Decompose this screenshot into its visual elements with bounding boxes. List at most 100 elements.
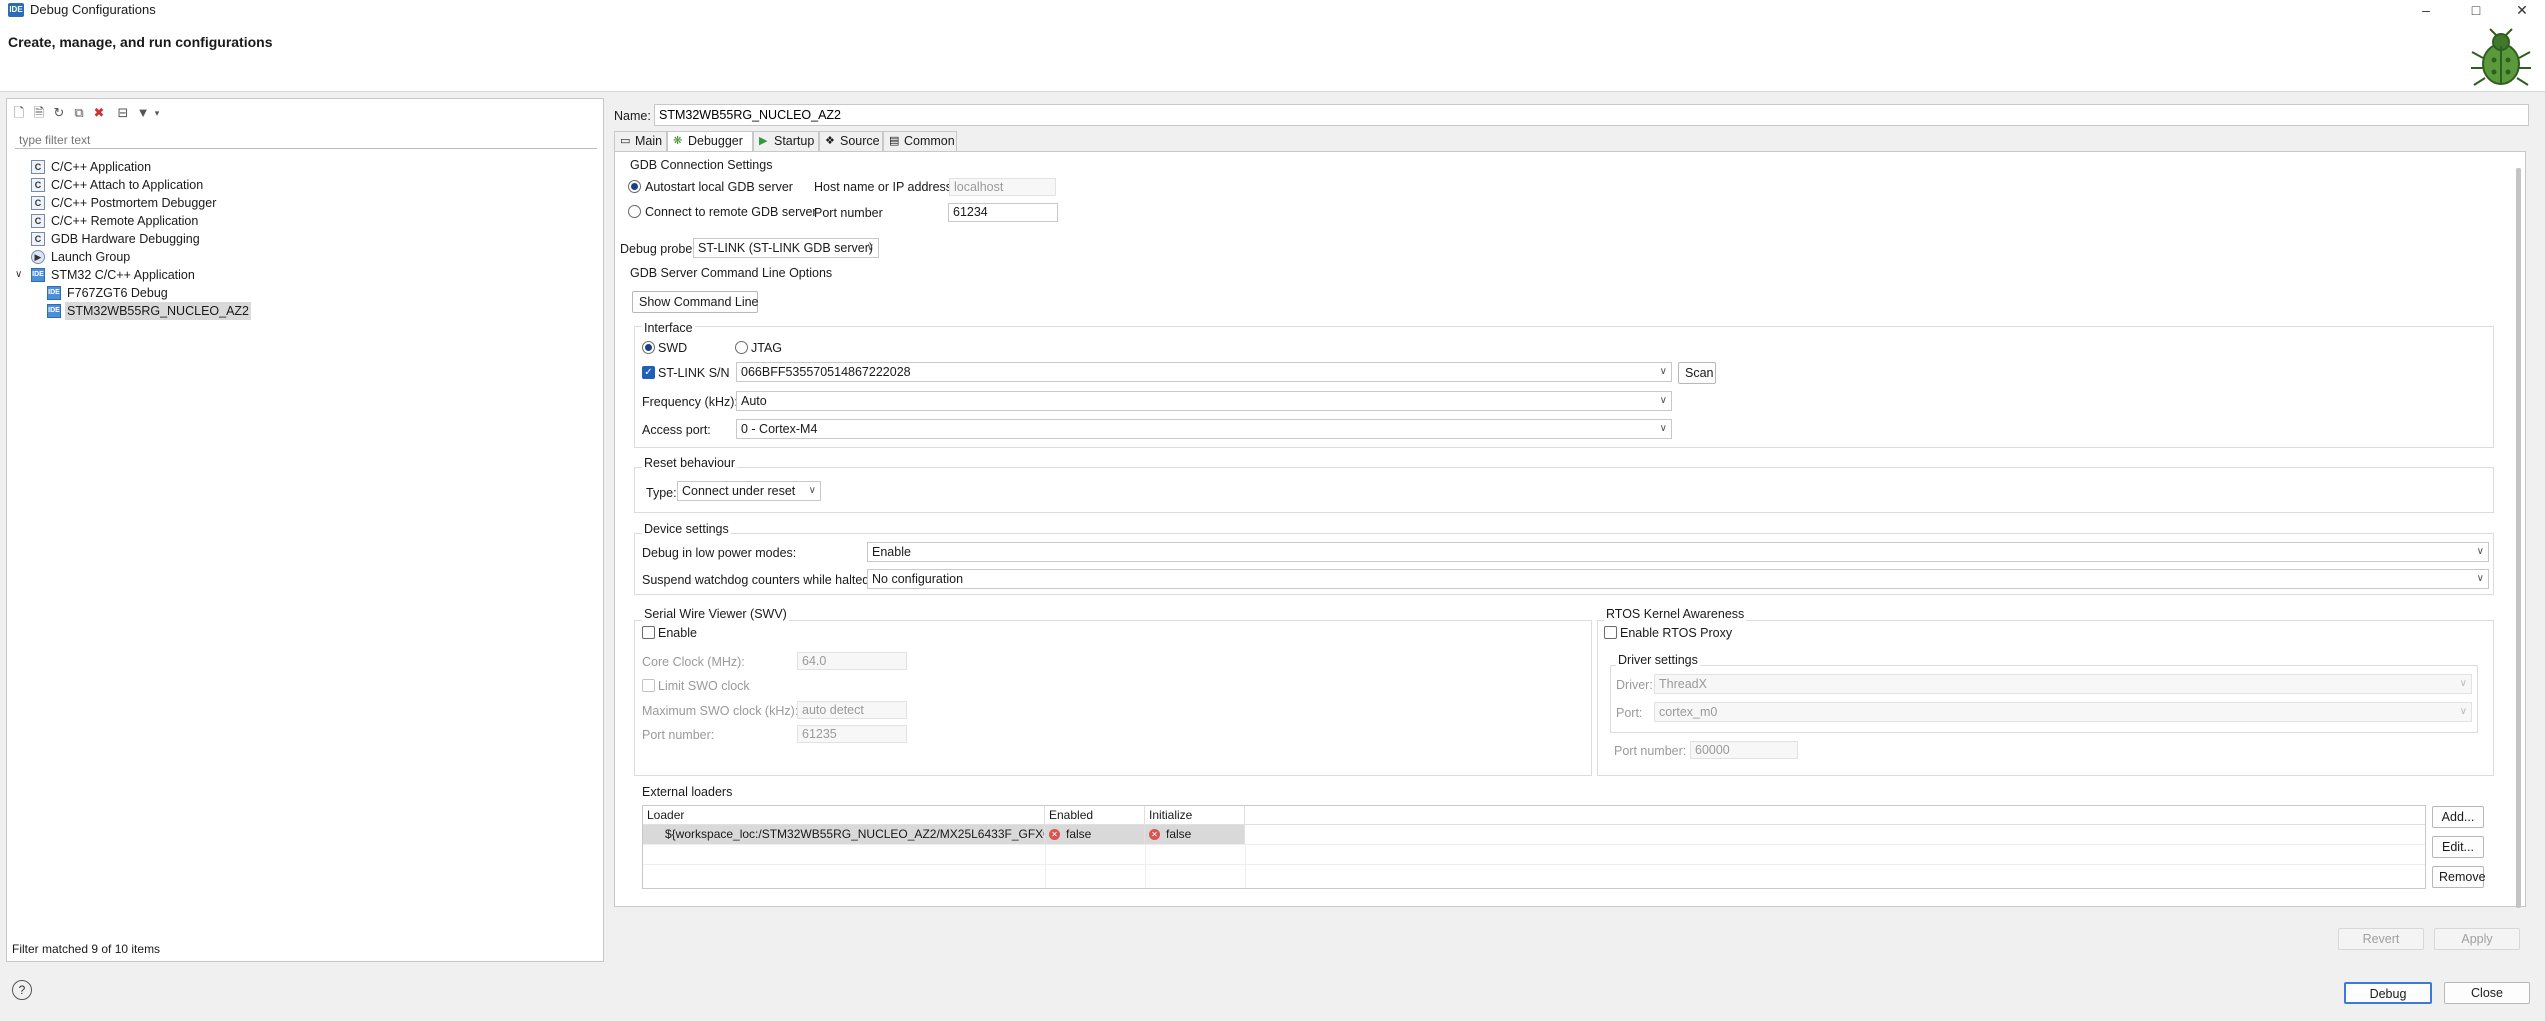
reset-group [634, 467, 2494, 513]
tree-item[interactable]: C C/C++ Remote Application [7, 212, 597, 230]
delete-icon[interactable]: ✖ [91, 105, 107, 121]
minimize-icon[interactable]: – [2404, 0, 2448, 20]
reset-type-label: Type: [646, 486, 677, 500]
tree-item[interactable]: IDE F767ZGT6 Debug [7, 284, 597, 302]
column-header-enabled[interactable]: Enabled [1045, 806, 1145, 824]
remove-loader-button[interactable]: Remove [2432, 866, 2486, 888]
tree-item-label: GDB Hardware Debugging [51, 232, 200, 246]
help-icon[interactable]: ? [12, 980, 32, 1000]
frequency-select[interactable]: Auto ∨ [736, 391, 1672, 411]
debug-probe-select[interactable]: ST-LINK (ST-LINK GDB server) ∨ [693, 238, 879, 258]
stlink-sn-label: ST-LINK S/N [658, 366, 730, 380]
watchdog-value: No configuration [872, 572, 964, 586]
revert-button[interactable]: Revert [2338, 928, 2424, 950]
tab-common[interactable]: ▤ Common [883, 131, 957, 151]
reset-type-value: Connect under reset [682, 484, 796, 498]
close-button[interactable]: Close [2444, 982, 2530, 1004]
column-header-loader[interactable]: Loader [643, 806, 1045, 824]
scan-button[interactable]: Scan [1678, 362, 1716, 384]
debug-probe-label: Debug probe [620, 242, 693, 256]
external-loaders-title: External loaders [642, 785, 733, 799]
tree-item[interactable]: ∨ IDE STM32 C/C++ Application [7, 266, 597, 284]
row-divider [643, 844, 2425, 845]
column-header-initialize[interactable]: Initialize [1145, 806, 1245, 824]
swv-enable-checkbox[interactable] [642, 626, 655, 639]
remote-radio[interactable] [628, 205, 641, 218]
chevron-down-icon: ∨ [2459, 678, 2467, 689]
rtos-port-number-field[interactable]: 60000 [1690, 741, 1798, 759]
driver-select[interactable]: ThreadX ∨ [1654, 674, 2472, 694]
filter-input[interactable] [15, 131, 597, 149]
autostart-radio[interactable] [628, 180, 641, 193]
filter-menu-chevron-icon[interactable]: ▾ [149, 105, 165, 121]
swv-port-label: Port number: [642, 728, 715, 742]
tree-item[interactable]: C GDB Hardware Debugging [7, 230, 597, 248]
export-icon[interactable]: ↻ [51, 105, 67, 121]
close-window-icon[interactable]: ✕ [2500, 0, 2544, 20]
stlink-sn-select[interactable]: 066BFF535570514867222028 ∨ [736, 362, 1672, 382]
configuration-tree-pane: 🗋 🗎 ↻ ⧉ ✖ ⊟ ▼ ▾ C C/C++ Application C C/… [6, 98, 604, 962]
reset-type-select[interactable]: Connect under reset ∨ [677, 481, 821, 501]
chevron-down-icon: ∨ [1659, 395, 1667, 406]
watchdog-select[interactable]: No configuration ∨ [867, 569, 2489, 589]
swd-radio[interactable] [642, 341, 655, 354]
chevron-down-icon[interactable]: ∨ [15, 266, 22, 284]
tree-item-label: C/C++ Postmortem Debugger [51, 196, 217, 210]
limit-swo-checkbox[interactable] [642, 679, 655, 692]
error-icon: ✕ [1049, 829, 1060, 841]
tree-item[interactable]: C C/C++ Postmortem Debugger [7, 194, 597, 212]
debugger-tab-content [614, 151, 2526, 907]
access-port-select[interactable]: 0 - Cortex-M4 ∨ [736, 419, 1672, 439]
new-configuration-icon[interactable]: 🗋 [11, 105, 27, 121]
tab-startup[interactable]: ▶ Startup [753, 131, 819, 151]
tree-item[interactable]: ▶ Launch Group [7, 248, 597, 266]
stlink-sn-checkbox[interactable]: ✓ [642, 366, 655, 379]
main-tab-icon: ▭ [620, 135, 631, 147]
initialize-cell[interactable]: ✕ false [1145, 825, 1245, 843]
host-field[interactable]: localhost [949, 178, 1056, 196]
edit-loader-button[interactable]: Edit... [2432, 836, 2484, 858]
jtag-radio[interactable] [735, 341, 748, 354]
add-loader-button[interactable]: Add... [2432, 806, 2484, 828]
c-application-icon: C [31, 160, 45, 174]
tab-debugger[interactable]: ❋ Debugger [667, 131, 753, 152]
port-field[interactable]: 61234 [948, 203, 1058, 222]
tree-item-label: C/C++ Attach to Application [51, 178, 204, 192]
enabled-cell[interactable]: ✕ false [1045, 825, 1145, 843]
column-divider [1245, 844, 1246, 888]
rtos-enable-checkbox[interactable] [1604, 626, 1617, 639]
reset-title: Reset behaviour [642, 456, 738, 470]
row-divider [643, 864, 2425, 865]
external-loaders-table[interactable]: Loader Enabled Initialize ${workspace_lo… [642, 805, 2426, 889]
chevron-down-icon: ∨ [2476, 546, 2484, 557]
debug-bug-icon [2471, 28, 2531, 86]
tab-main[interactable]: ▭ Main [614, 131, 667, 151]
driver-label: Driver: [1616, 678, 1653, 692]
low-power-select[interactable]: Enable ∨ [867, 542, 2489, 562]
tree-item-label: Launch Group [51, 250, 131, 264]
tree-item[interactable]: C C/C++ Application [7, 158, 597, 176]
rtos-port-select[interactable]: cortex_m0 ∨ [1654, 702, 2472, 722]
collapse-all-icon[interactable]: ⊟ [115, 105, 131, 121]
maximize-icon[interactable]: □ [2454, 0, 2498, 20]
debug-button[interactable]: Debug [2344, 982, 2432, 1004]
vertical-scrollbar[interactable] [2516, 168, 2521, 908]
name-label: Name: [614, 109, 651, 123]
core-clock-field[interactable]: 64.0 [797, 652, 907, 670]
tree-item[interactable]: C C/C++ Attach to Application [7, 176, 597, 194]
show-command-line-button[interactable]: Show Command Line [632, 291, 759, 313]
tab-source[interactable]: ❖ Source [819, 131, 883, 151]
tree-item-selected[interactable]: IDE STM32WB55RG_NUCLEO_AZ2 [7, 302, 597, 320]
play-icon: ▶ [759, 135, 768, 147]
configuration-name-input[interactable] [654, 104, 2529, 126]
new-prototype-icon[interactable]: 🗎 [31, 105, 47, 121]
stm32-ide-icon: IDE [47, 304, 61, 318]
max-swo-field[interactable]: auto detect [797, 701, 907, 719]
interface-title: Interface [642, 321, 695, 335]
remote-label: Connect to remote GDB server [645, 205, 817, 219]
swv-port-field[interactable]: 61235 [797, 725, 907, 743]
apply-button[interactable]: Apply [2434, 928, 2520, 950]
duplicate-icon[interactable]: ⧉ [71, 105, 87, 121]
server-options-title: GDB Server Command Line Options [630, 266, 833, 280]
core-clock-label: Core Clock (MHz): [642, 655, 745, 669]
